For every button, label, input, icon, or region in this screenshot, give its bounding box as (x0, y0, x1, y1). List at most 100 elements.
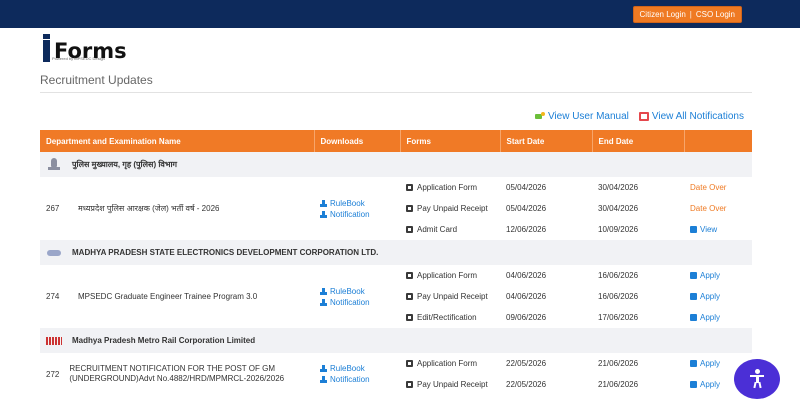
end-date: 30/04/2026 (592, 198, 684, 219)
header-action (684, 130, 752, 152)
quick-links: View User Manual View All Notifications (534, 111, 744, 122)
exam-number: 274 (46, 292, 60, 301)
form-label: Application Form (417, 271, 478, 280)
form-icon (406, 314, 413, 321)
form-link[interactable]: Application Form (406, 183, 494, 192)
org-name: पुलिस मुख्यालय, गृह (पुलिस) विभाग (72, 160, 178, 169)
view-user-manual-link[interactable]: View User Manual (534, 111, 629, 122)
apply-icon (690, 360, 697, 367)
top-bar: Citizen Login | CSO Login (0, 0, 800, 28)
form-link[interactable]: Pay Unpaid Receipt (406, 380, 494, 389)
apply-label: Apply (700, 313, 721, 322)
apply-icon (690, 293, 697, 300)
mpsedc-logo-icon (46, 246, 62, 260)
start-date: 22/05/2026 (500, 374, 592, 395)
form-icon (406, 381, 413, 388)
form-link[interactable]: Application Form (406, 359, 494, 368)
apply-label: Apply (700, 292, 721, 301)
end-date: 21/06/2026 (592, 353, 684, 374)
table-row: 272 RECRUITMENT NOTIFICATION FOR THE POS… (40, 353, 752, 395)
login-group: Citizen Login | CSO Login (632, 6, 742, 23)
form-icon (406, 360, 413, 367)
metro-logo-icon (46, 334, 62, 348)
org-row: Madhya Pradesh Metro Rail Corporation Li… (40, 328, 752, 353)
table-row: 274 MPSEDC Graduate Engineer Trainee Pro… (40, 265, 752, 328)
form-label: Application Form (417, 183, 478, 192)
main-content: Recruitment Updates View User Manual Vie… (0, 70, 800, 408)
form-label: Application Form (417, 359, 478, 368)
form-label: Pay Unpaid Receipt (417, 292, 488, 301)
form-link[interactable]: Edit/Rectification (406, 313, 494, 322)
recruitment-table: Department and Examination Name Download… (40, 130, 752, 395)
header-start-date: Start Date (500, 130, 593, 152)
org-row: पुलिस मुख्यालय, गृह (पुलिस) विभाग (40, 152, 752, 177)
start-date: 05/04/2026 (500, 198, 592, 219)
download-icon (320, 199, 327, 207)
start-date: 22/05/2026 (500, 353, 592, 374)
rulebook-link[interactable]: RuleBook (320, 198, 394, 209)
view-label: View (700, 225, 718, 234)
form-icon (406, 226, 413, 233)
notification-label: Notification (330, 375, 370, 384)
start-date: 05/04/2026 (500, 177, 592, 198)
notification-link[interactable]: Notification (320, 297, 394, 308)
cso-login-link[interactable]: CSO Login (696, 10, 735, 19)
org-row: MADHYA PRADESH STATE ELECTRONICS DEVELOP… (40, 240, 752, 265)
view-all-notifications-label: View All Notifications (651, 111, 744, 122)
end-date: 16/06/2026 (592, 286, 684, 307)
form-icon (406, 205, 413, 212)
apply-button[interactable]: Apply (690, 313, 746, 322)
exam-number: 272 (46, 369, 60, 379)
notification-link[interactable]: Notification (320, 374, 394, 385)
form-link[interactable]: Pay Unpaid Receipt (406, 204, 494, 213)
end-date: 21/06/2026 (592, 374, 684, 395)
police-emblem-icon (46, 157, 62, 172)
apply-label: Apply (700, 359, 721, 368)
page-title: Recruitment Updates (40, 73, 153, 87)
title-divider (40, 92, 752, 93)
accessibility-button[interactable] (734, 359, 780, 399)
form-label: Pay Unpaid Receipt (417, 380, 488, 389)
apply-button[interactable]: Apply (690, 292, 746, 301)
form-label: Edit/Rectification (417, 313, 477, 322)
apply-label: Apply (700, 380, 721, 389)
form-icon (406, 272, 413, 279)
rulebook-label: RuleBook (330, 364, 365, 373)
end-date: 30/04/2026 (592, 177, 684, 198)
manual-icon (534, 112, 545, 121)
download-icon (320, 210, 327, 218)
notification-icon (638, 112, 649, 121)
form-label: Pay Unpaid Receipt (417, 204, 488, 213)
citizen-login-link[interactable]: Citizen Login (640, 10, 686, 19)
exam-name: RECRUITMENT NOTIFICATION FOR THE POST OF… (69, 364, 285, 383)
rulebook-link[interactable]: RuleBook (320, 286, 394, 297)
org-name: MADHYA PRADESH STATE ELECTRONICS DEVELOP… (72, 248, 379, 257)
form-link[interactable]: Application Form (406, 271, 494, 280)
rulebook-link[interactable]: RuleBook (320, 363, 394, 374)
download-icon (320, 365, 327, 372)
download-icon (320, 298, 327, 306)
apply-icon (690, 314, 697, 321)
form-link[interactable]: Admit Card (406, 225, 494, 234)
login-separator: | (689, 10, 692, 19)
download-icon (320, 376, 327, 383)
rulebook-label: RuleBook (330, 286, 365, 296)
notification-link[interactable]: Notification (320, 209, 394, 220)
apply-icon (690, 272, 697, 279)
header-forms: Forms (400, 130, 501, 152)
apply-button[interactable]: Apply (690, 271, 746, 280)
download-icon (320, 287, 327, 295)
end-date: 16/06/2026 (592, 265, 684, 286)
end-date: 10/09/2026 (592, 219, 684, 240)
apply-label: Apply (700, 271, 721, 280)
logo-bar: Forms Powered by MPSEDC Design (0, 28, 800, 70)
date-over-status: Date Over (690, 183, 727, 192)
form-link[interactable]: Pay Unpaid Receipt (406, 292, 494, 301)
notification-label: Notification (330, 209, 370, 219)
form-icon (406, 184, 413, 191)
exam-name: मध्यप्रदेश पुलिस आरक्षक (जेल) भर्ती वर्ष… (78, 203, 220, 213)
start-date: 04/06/2026 (500, 265, 592, 286)
view-button[interactable]: View (690, 225, 746, 234)
apply-icon (690, 381, 697, 388)
view-all-notifications-link[interactable]: View All Notifications (638, 111, 744, 122)
